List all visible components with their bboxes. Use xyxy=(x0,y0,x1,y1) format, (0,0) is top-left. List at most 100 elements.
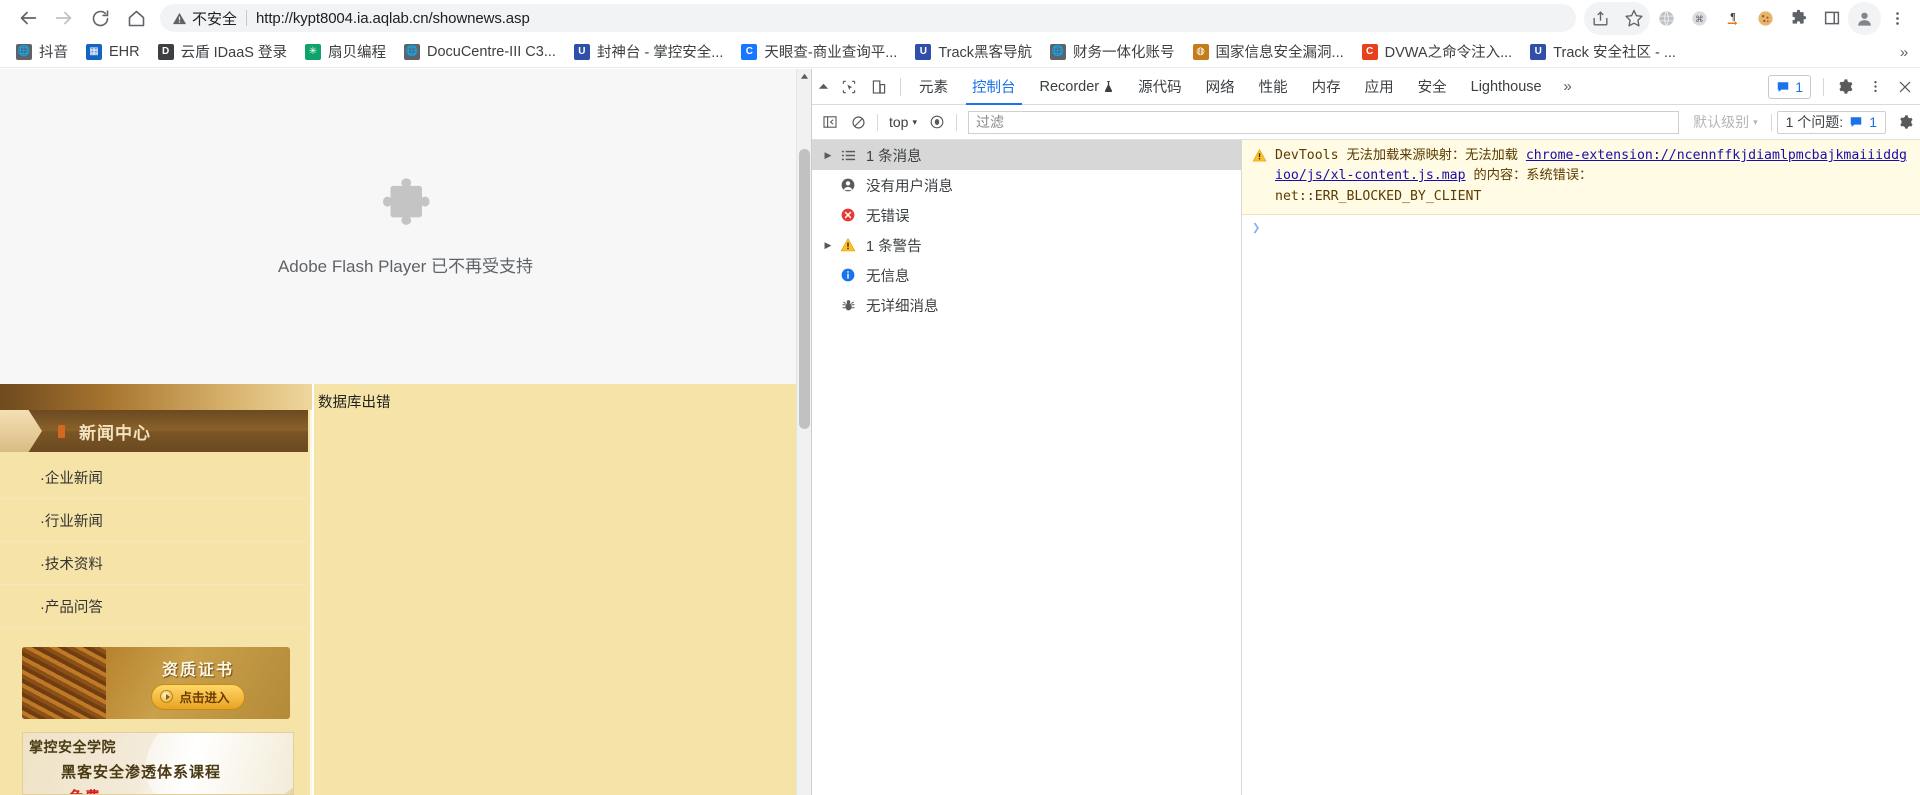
recorder-flask-icon xyxy=(1103,80,1114,93)
tab-network[interactable]: 网络 xyxy=(1194,69,1247,105)
console-sidebar-item-info[interactable]: 无信息 xyxy=(812,260,1241,290)
console-filter-input[interactable]: 过滤 xyxy=(968,110,1680,134)
console-toolbar-divider-3 xyxy=(1770,113,1772,131)
tab-recorder[interactable]: Recorder xyxy=(1028,69,1127,105)
device-toolbar-icon[interactable] xyxy=(864,69,894,105)
bookmark-item[interactable]: U Track 安全社区 - ... xyxy=(1522,39,1684,65)
inspect-element-icon[interactable] xyxy=(834,69,864,105)
shanbay-icon: ✳ xyxy=(304,43,321,60)
play-circle-icon xyxy=(160,690,174,703)
share-icon[interactable] xyxy=(1584,2,1617,35)
profile-avatar-icon[interactable] xyxy=(1848,1,1881,35)
bookmark-item[interactable]: ✳ 扇贝编程 xyxy=(297,39,394,65)
tab-label: 元素 xyxy=(919,80,948,96)
ehr-icon: ▦ xyxy=(86,43,102,60)
devtools-panel: 元素 控制台 Recorder 源代码 网络 性能 内存 应用 安全 Light… xyxy=(811,69,1920,795)
nav-item-industry-news[interactable]: ·行业新闻 xyxy=(0,499,308,542)
bookmark-label: 国家信息安全漏洞... xyxy=(1215,45,1344,61)
bookmark-item[interactable]: ◍ 国家信息安全漏洞... xyxy=(1185,39,1352,65)
console-warning-entry[interactable]: DevTools 无法加载来源映射：无法加载 chrome-extension:… xyxy=(1242,140,1920,216)
bookmark-label: 封神台 - 掌控安全... xyxy=(596,45,724,61)
globe-icon: 🌐 xyxy=(1050,43,1067,60)
nav-item-technical-docs[interactable]: ·技术资料 xyxy=(0,542,308,585)
console-sidebar-item-user-messages[interactable]: 没有用户消息 xyxy=(812,170,1241,200)
more-vertical-icon[interactable] xyxy=(1860,69,1890,105)
bookmark-item[interactable]: 🌐 DocuCentre-III C3... xyxy=(396,39,564,65)
back-button[interactable] xyxy=(10,0,46,36)
live-expression-eye-icon[interactable] xyxy=(923,108,951,136)
issue-message-icon xyxy=(1849,115,1863,129)
bookmark-item[interactable]: ▦ EHR xyxy=(78,39,148,65)
tab-security[interactable]: 安全 xyxy=(1406,69,1459,105)
site-left-column: 新闻中心 ·企业新闻 ·行业新闻 ·技术资料 ·产品问答 资质证书 点击进入 掌… xyxy=(0,384,312,795)
scroll-up-arrow-icon[interactable] xyxy=(797,69,812,84)
console-sidebar-item-messages[interactable]: ▶ 1 条消息 xyxy=(812,140,1241,170)
dvwa-icon: C xyxy=(1361,43,1378,60)
decor-gradient-strip xyxy=(0,384,312,410)
page-scrollbar-thumb[interactable] xyxy=(799,149,810,429)
devtools-right-divider xyxy=(1823,77,1824,96)
log-level-selector[interactable]: 默认级别 ▾ xyxy=(1685,112,1766,132)
js-context-selector[interactable]: top ▾ xyxy=(883,110,923,134)
reload-button[interactable] xyxy=(82,0,118,36)
tab-memory[interactable]: 内存 xyxy=(1300,69,1353,105)
console-sidebar-item-errors[interactable]: 无错误 xyxy=(812,200,1241,230)
address-bar[interactable]: 不安全 http://kypt8004.ia.aqlab.cn/shownews… xyxy=(160,4,1576,32)
bookmark-item[interactable]: C DVWA之命令注入... xyxy=(1354,39,1521,65)
bookmark-item[interactable]: 🌐 抖音 xyxy=(8,39,76,65)
certificate-enter-button[interactable]: 点击进入 xyxy=(151,684,245,710)
console-settings-gear-icon[interactable] xyxy=(1892,108,1920,136)
tab-lighthouse[interactable]: Lighthouse xyxy=(1459,69,1554,105)
bookmark-star-icon[interactable] xyxy=(1617,2,1650,35)
security-academy-banner[interactable]: 掌控安全学院 黑客安全渗透体系课程 免费 xyxy=(22,732,294,795)
tab-console[interactable]: 控制台 xyxy=(960,69,1028,105)
console-toolbar: top ▾ 过滤 默认级别 ▾ 1 个问题: 1 xyxy=(812,105,1920,140)
tab-elements[interactable]: 元素 xyxy=(907,69,960,105)
tab-performance[interactable]: 性能 xyxy=(1247,69,1300,105)
console-issues-button[interactable]: 1 个问题: 1 xyxy=(1776,110,1886,134)
home-button[interactable] xyxy=(118,0,154,36)
nav-item-label: ·企业新闻 xyxy=(40,470,103,487)
bookmark-label: 天眼查-商业查询平... xyxy=(764,45,898,61)
bookmark-label: Track 安全社区 - ... xyxy=(1553,45,1676,61)
bookmark-item[interactable]: C 天眼查-商业查询平... xyxy=(733,39,905,65)
extensions-puzzle-icon[interactable] xyxy=(1782,2,1815,35)
tab-sources[interactable]: 源代码 xyxy=(1126,69,1194,105)
close-x-icon[interactable] xyxy=(1890,69,1920,105)
forward-button[interactable] xyxy=(46,0,82,36)
expand-triangle-icon[interactable]: ▶ xyxy=(820,150,836,161)
console-prompt-row[interactable]: ❯ xyxy=(1242,215,1920,236)
bookmark-item[interactable]: U 封神台 - 掌控安全... xyxy=(566,39,731,65)
security-status-label: 不安全 xyxy=(192,10,238,28)
warning-text-part1: DevTools 无法加载来源映射：无法加载 xyxy=(1275,148,1526,163)
expand-triangle-icon[interactable]: ▶ xyxy=(820,240,836,251)
bookmark-item[interactable]: 🌐 财务一体化账号 xyxy=(1042,39,1183,65)
command-extension-icon[interactable]: ⌘ xyxy=(1683,2,1716,35)
page-scrollbar[interactable] xyxy=(796,69,811,795)
log-level-label: 默认级别 xyxy=(1693,114,1750,130)
console-sidebar-toggle-icon[interactable] xyxy=(816,108,844,136)
devtools-tab-bar: 元素 控制台 Recorder 源代码 网络 性能 内存 应用 安全 Light… xyxy=(812,69,1920,105)
bookmark-item[interactable]: D 云盾 IDaaS 登录 xyxy=(150,39,295,65)
nav-item-corporate-news[interactable]: ·企业新闻 xyxy=(0,456,308,499)
certificate-banner[interactable]: 资质证书 点击进入 xyxy=(22,647,290,719)
share-bookmark-pill xyxy=(1584,1,1650,35)
clear-console-icon[interactable] xyxy=(844,108,872,136)
issues-badge-count: 1 xyxy=(1795,78,1803,95)
paragraph-extension-icon[interactable]: ¶ xyxy=(1716,2,1749,35)
gear-icon[interactable] xyxy=(1830,69,1860,105)
tab-application[interactable]: 应用 xyxy=(1353,69,1406,105)
bookmark-item[interactable]: U Track黑客导航 xyxy=(907,39,1040,65)
bookmarks-overflow-chevron-double-right-icon[interactable]: » xyxy=(1892,40,1916,64)
side-panel-icon[interactable] xyxy=(1815,2,1848,35)
track-nav-icon: U xyxy=(915,43,932,60)
console-sidebar-item-warnings[interactable]: ▶ 1 条警告 xyxy=(812,230,1241,260)
issues-badge[interactable]: 1 xyxy=(1768,74,1811,99)
collapse-up-icon[interactable] xyxy=(812,69,834,105)
cookie-extension-icon[interactable] xyxy=(1749,2,1782,35)
chrome-menu-icon[interactable] xyxy=(1881,2,1914,35)
more-tabs-chevron-double-right-icon[interactable]: » xyxy=(1554,69,1582,105)
console-sidebar-item-verbose[interactable]: 无详细消息 xyxy=(812,290,1241,320)
nav-item-product-faq[interactable]: ·产品问答 xyxy=(0,585,308,628)
translate-globe-icon[interactable] xyxy=(1650,2,1683,35)
